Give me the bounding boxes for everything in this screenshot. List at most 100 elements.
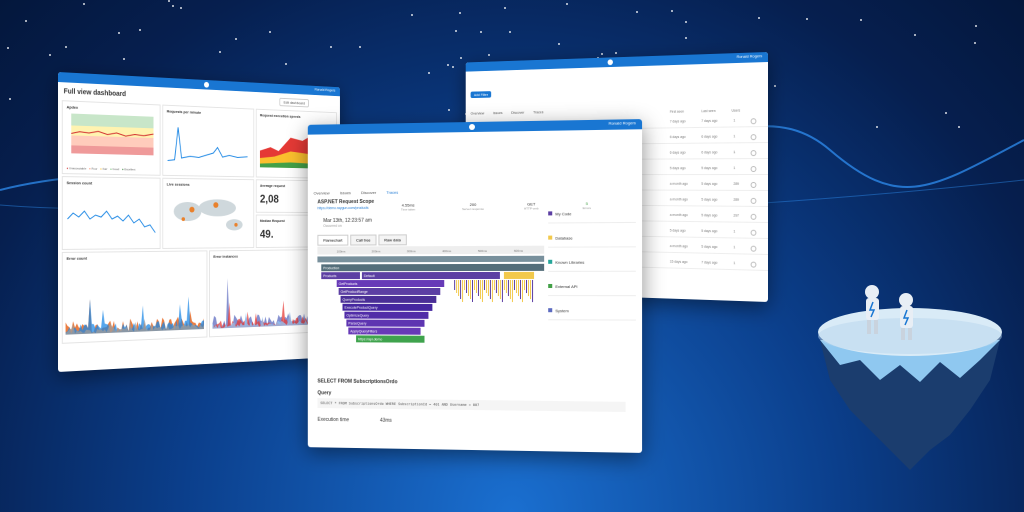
flame-frame[interactable] xyxy=(532,279,534,303)
row-checkbox[interactable] xyxy=(750,229,757,236)
flame-frame[interactable] xyxy=(317,255,545,263)
flame-frame[interactable] xyxy=(521,279,523,303)
flame-frame[interactable] xyxy=(519,279,521,300)
flame-frame[interactable] xyxy=(468,280,470,297)
flame-frame[interactable] xyxy=(475,279,477,293)
flame-frame[interactable] xyxy=(495,279,497,294)
tab-discover[interactable]: Discover xyxy=(511,110,524,115)
flame-frame[interactable] xyxy=(454,280,456,291)
category-item[interactable]: My Code xyxy=(548,210,636,224)
tab-issues[interactable]: Issues xyxy=(340,190,351,195)
trace-title: ASP.NET Request Scope xyxy=(317,198,375,206)
row-checkbox[interactable] xyxy=(750,166,757,173)
session-count-chart xyxy=(66,189,157,239)
tab-call-tree[interactable]: Call tree xyxy=(350,234,377,246)
row-checkbox[interactable] xyxy=(750,134,757,141)
add-filter-button[interactable]: Add Filter xyxy=(470,91,492,99)
flame-frame[interactable] xyxy=(477,279,479,296)
flame-frame-label: Products xyxy=(323,274,337,278)
flame-frame[interactable] xyxy=(361,271,500,280)
tab-issues[interactable]: Issues xyxy=(493,110,503,115)
tab-traces[interactable]: Traces xyxy=(386,190,398,195)
row-checkbox[interactable] xyxy=(750,261,757,268)
user-name[interactable]: Ronald Rogers xyxy=(315,87,336,93)
flame-frame[interactable] xyxy=(501,279,503,303)
issue-first-cell: 7 days ago xyxy=(669,119,686,124)
category-item[interactable]: External API xyxy=(548,283,636,297)
flame-frame[interactable] xyxy=(485,279,487,293)
category-item[interactable]: Database xyxy=(548,235,636,248)
flame-frame[interactable] xyxy=(487,279,489,296)
flame-frame-label: ApplyQueryFilters xyxy=(350,329,377,333)
flame-frame[interactable] xyxy=(503,279,505,291)
col-last-seen[interactable]: Last seen xyxy=(701,109,715,113)
stat-verb: GET HTTP verb xyxy=(524,201,539,210)
apdex-legend: ● Unacceptable ● Poor ● Fair ● Good ● Excell… xyxy=(67,166,139,171)
flame-frame[interactable] xyxy=(503,271,535,279)
category-swatch xyxy=(548,235,553,240)
flame-frame-label: ParseQuery xyxy=(348,321,366,325)
row-checkbox[interactable] xyxy=(750,197,757,204)
col-users[interactable]: Users xyxy=(732,109,741,113)
tab-overview[interactable]: Overview xyxy=(314,190,330,195)
row-checkbox[interactable] xyxy=(750,150,757,157)
flame-frame[interactable] xyxy=(481,279,483,302)
flame-frame[interactable] xyxy=(505,279,507,294)
flame-frame[interactable] xyxy=(489,279,491,299)
tab-raw-data[interactable]: Raw data xyxy=(378,234,407,246)
user-name[interactable]: Ronald Rogers xyxy=(737,53,763,59)
user-name[interactable]: Ronald Rogers xyxy=(609,120,636,126)
flame-frame[interactable] xyxy=(483,279,485,290)
flame-frame[interactable] xyxy=(471,279,473,302)
category-label: My Code xyxy=(555,211,572,217)
tab-discover[interactable]: Discover xyxy=(361,190,376,195)
average-title: Average request xyxy=(259,183,286,189)
flame-frame[interactable] xyxy=(460,280,462,300)
tab-flamechart[interactable]: Flamechart xyxy=(317,234,349,246)
issue-first-cell: 5 days ago xyxy=(669,166,686,171)
issue-users-cell: 289 xyxy=(733,197,739,202)
flame-frame[interactable] xyxy=(470,280,472,300)
flame-frame[interactable] xyxy=(507,279,509,297)
col-first-seen[interactable]: First seen xyxy=(670,110,684,114)
flame-frame[interactable] xyxy=(462,280,464,303)
flame-frame[interactable] xyxy=(513,279,515,291)
raygun-logo-icon xyxy=(203,81,210,88)
flame-frame[interactable] xyxy=(530,279,532,300)
flame-frame[interactable] xyxy=(473,279,475,290)
flame-frame[interactable] xyxy=(317,245,545,255)
trace-url[interactable]: https://demo.raygun.com/products xyxy=(317,206,368,210)
row-checkbox[interactable] xyxy=(750,213,757,220)
flame-frame[interactable] xyxy=(491,279,493,303)
apdex-legend-item: ● Unacceptable xyxy=(66,166,87,171)
flamechart[interactable]: 100ms 200ms 300ms 400ms 500ms 600ms Production… xyxy=(317,245,545,357)
flame-frame[interactable] xyxy=(321,263,545,272)
flame-frame[interactable] xyxy=(523,279,526,291)
flame-frame[interactable] xyxy=(464,280,466,291)
trace-date-label: Occurred on xyxy=(323,223,342,228)
flame-frame[interactable] xyxy=(517,279,519,297)
row-checkbox[interactable] xyxy=(750,118,757,125)
issue-users-cell: 1 xyxy=(733,150,736,155)
category-item[interactable]: System xyxy=(548,308,636,321)
category-item[interactable]: Known Libraries xyxy=(548,259,636,272)
row-checkbox[interactable] xyxy=(750,181,757,188)
flame-frame[interactable] xyxy=(499,279,501,300)
flame-frame[interactable] xyxy=(497,279,499,297)
flame-frame[interactable] xyxy=(511,279,513,303)
flame-frame[interactable] xyxy=(493,279,495,291)
edit-dashboard-button[interactable]: Edit dashboard xyxy=(279,97,309,108)
flame-frame[interactable] xyxy=(466,280,468,294)
flame-frame[interactable] xyxy=(458,280,460,297)
flame-frame[interactable] xyxy=(479,279,481,299)
flame-frame[interactable] xyxy=(456,280,458,294)
tab-overview[interactable]: Overview xyxy=(471,111,485,116)
tab-traces[interactable]: Traces xyxy=(533,109,543,114)
stat-verb-label: HTTP verb xyxy=(523,206,539,211)
flame-frame[interactable] xyxy=(528,279,530,297)
row-checkbox[interactable] xyxy=(750,245,757,252)
flame-frame-label: GetProducts xyxy=(339,282,358,286)
flame-frame[interactable] xyxy=(509,279,511,300)
flame-frame[interactable] xyxy=(526,279,528,294)
flame-frame[interactable] xyxy=(515,279,517,294)
